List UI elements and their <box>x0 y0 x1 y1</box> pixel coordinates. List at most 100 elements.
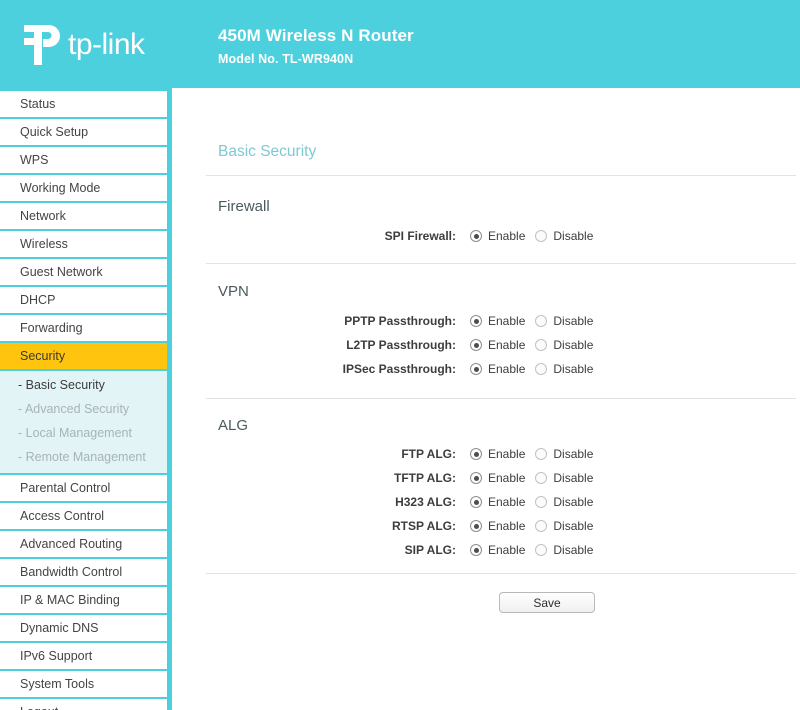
radio-label: Disable <box>553 338 593 352</box>
sidebar-item-forwarding[interactable]: Forwarding <box>0 315 167 341</box>
radio-enable[interactable]: Enable <box>470 338 525 352</box>
sidebar-item-ip-mac-binding[interactable]: IP & MAC Binding <box>0 587 167 613</box>
radio-dot-enable[interactable] <box>470 520 482 532</box>
radio-dot-enable[interactable] <box>470 472 482 484</box>
sidebar-item-quick-setup[interactable]: Quick Setup <box>0 119 167 145</box>
sidebar-item-ipv6-support[interactable]: IPv6 Support <box>0 643 167 669</box>
sidebar-item-dynamic-dns[interactable]: Dynamic DNS <box>0 615 167 641</box>
sidebar-subitem-remote-management[interactable]: - Remote Management <box>0 445 167 469</box>
radio-label: Enable <box>488 229 525 243</box>
nav-item-label: Security <box>20 349 65 363</box>
radio-enable[interactable]: Enable <box>470 362 525 376</box>
radio-group: Enable Disable <box>470 314 603 328</box>
radio-dot-disable[interactable] <box>535 496 547 508</box>
radio-dot-enable[interactable] <box>470 544 482 556</box>
nav-item-label: WPS <box>20 153 48 167</box>
sidebar-item-system-tools[interactable]: System Tools <box>0 671 167 697</box>
radio-group: Enable Disable <box>470 338 603 352</box>
sidebar-item-logout[interactable]: Logout <box>0 699 167 710</box>
sidebar-subitem-local-management[interactable]: - Local Management <box>0 421 167 445</box>
radio-enable[interactable]: Enable <box>470 519 525 533</box>
radio-dot-disable[interactable] <box>535 448 547 460</box>
sidebar-item-bandwidth-control[interactable]: Bandwidth Control <box>0 559 167 585</box>
radio-dot-disable[interactable] <box>535 363 547 375</box>
radio-dot-enable[interactable] <box>470 496 482 508</box>
nav-item-label: - Local Management <box>18 426 132 440</box>
radio-disable[interactable]: Disable <box>535 229 593 243</box>
setting-label: PPTP Passthrough: <box>230 314 470 328</box>
radio-label: Enable <box>488 495 525 509</box>
radio-disable[interactable]: Disable <box>535 543 593 557</box>
radio-label: Disable <box>553 362 593 376</box>
radio-enable[interactable]: Enable <box>470 471 525 485</box>
radio-group: Enable Disable <box>470 362 603 376</box>
radio-disable[interactable]: Disable <box>535 447 593 461</box>
radio-enable[interactable]: Enable <box>470 314 525 328</box>
radio-disable[interactable]: Disable <box>535 519 593 533</box>
setting-row-tftp-alg: TFTP ALG:EnableDisable <box>230 467 603 489</box>
setting-row-pptp-passthrough: PPTP Passthrough:Enable Disable <box>230 310 603 332</box>
radio-dot-disable[interactable] <box>535 315 547 327</box>
radio-group: Enable Disable <box>470 229 603 243</box>
radio-disable[interactable]: Disable <box>535 338 593 352</box>
nav-item-label: IPv6 Support <box>20 649 92 663</box>
save-button[interactable]: Save <box>499 592 595 613</box>
sidebar-item-advanced-routing[interactable]: Advanced Routing <box>0 531 167 557</box>
sidebar-item-parental-control[interactable]: Parental Control <box>0 475 167 501</box>
nav-item-label: - Advanced Security <box>18 402 129 416</box>
radio-disable[interactable]: Disable <box>535 495 593 509</box>
sidebar-item-status[interactable]: Status <box>0 91 167 117</box>
radio-dot-enable[interactable] <box>470 339 482 351</box>
radio-label: Disable <box>553 519 593 533</box>
sidebar-item-dhcp[interactable]: DHCP <box>0 287 167 313</box>
sidebar-item-wireless[interactable]: Wireless <box>0 231 167 257</box>
radio-dot-disable[interactable] <box>535 230 547 242</box>
setting-label: IPSec Passthrough: <box>230 362 470 376</box>
setting-row-rtsp-alg: RTSP ALG: Enable Disable <box>230 515 603 537</box>
setting-label: RTSP ALG: <box>230 519 470 533</box>
sidebar-item-guest-network[interactable]: Guest Network <box>0 259 167 285</box>
radio-enable[interactable]: Enable <box>470 495 525 509</box>
nav-item-label: System Tools <box>20 677 94 691</box>
radio-dot-disable[interactable] <box>535 472 547 484</box>
radio-group: Enable Disable <box>470 471 603 485</box>
radio-label: Enable <box>488 471 525 485</box>
radio-label: Enable <box>488 519 525 533</box>
sidebar-item-wps[interactable]: WPS <box>0 147 167 173</box>
radio-label: Disable <box>553 543 593 557</box>
page-title: Basic Security <box>218 143 316 161</box>
radio-dot-disable[interactable] <box>535 544 547 556</box>
sidebar-item-working-mode[interactable]: Working Mode <box>0 175 167 201</box>
nav-item-label: Network <box>20 209 66 223</box>
setting-label: L2TP Passthrough: <box>230 338 470 352</box>
radio-dot-disable[interactable] <box>535 520 547 532</box>
sidebar-nav: StatusQuick Setup WPS Working Mode Network W… <box>0 88 172 710</box>
radio-disable[interactable]: Disable <box>535 362 593 376</box>
nav-item-label: Advanced Routing <box>20 537 122 551</box>
sidebar-item-access-control[interactable]: Access Control <box>0 503 167 529</box>
radio-enable[interactable]: Enable <box>470 543 525 557</box>
sidebar-item-security[interactable]: Security <box>0 343 167 369</box>
tp-link-logo: tp-link <box>22 22 192 68</box>
sidebar-subitem-advanced-security[interactable]: - Advanced Security <box>0 397 167 421</box>
radio-label: Disable <box>553 447 593 461</box>
sidebar-item-network[interactable]: Network <box>0 203 167 229</box>
radio-dot-disable[interactable] <box>535 339 547 351</box>
sidebar-subitem-basic-security[interactable]: - Basic Security <box>0 373 167 397</box>
radio-disable[interactable]: Disable <box>535 314 593 328</box>
radio-dot-enable[interactable] <box>470 363 482 375</box>
radio-dot-enable[interactable] <box>470 448 482 460</box>
radio-disable[interactable]: Disable <box>535 471 593 485</box>
router-admin-page: tp-link 450M Wireless N Router Model No.… <box>0 0 800 710</box>
setting-row-h323-alg: H323 ALG: Enable Disable <box>230 491 603 513</box>
sidebar-subnav-security: - Basic Security - Advanced Security - Loc… <box>0 371 167 473</box>
setting-label: H323 ALG: <box>230 495 470 509</box>
section-divider-3 <box>206 398 796 399</box>
radio-label: Enable <box>488 543 525 557</box>
radio-dot-enable[interactable] <box>470 315 482 327</box>
radio-dot-enable[interactable] <box>470 230 482 242</box>
section-heading-vpn: VPN <box>218 283 249 300</box>
radio-enable[interactable]: Enable <box>470 447 525 461</box>
radio-enable[interactable]: Enable <box>470 229 525 243</box>
setting-label: SPI Firewall: <box>230 229 470 243</box>
